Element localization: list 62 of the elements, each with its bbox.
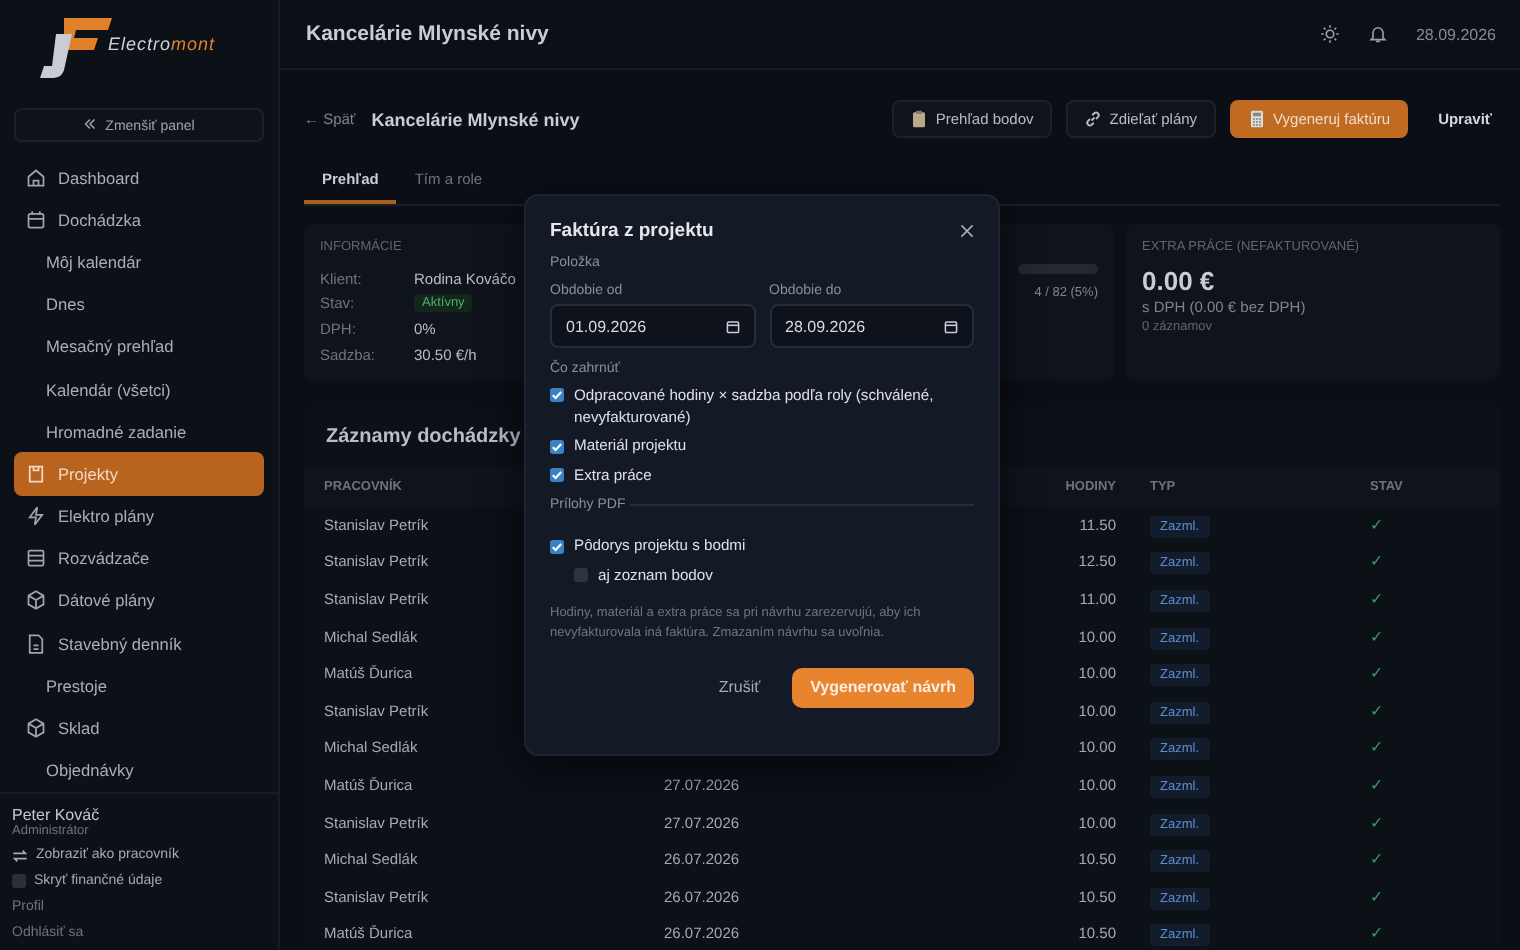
swap-icon [12, 847, 28, 864]
sidebar-item[interactable]: Dátové plány [14, 579, 264, 623]
cube-icon [26, 590, 46, 611]
calendar-icon [725, 319, 739, 333]
clipboard-icon [26, 463, 46, 484]
amount-text: 0.00 € [1142, 266, 1217, 296]
status-check: ✓ [1370, 701, 1384, 720]
date-field[interactable]: 01.09.2026 [550, 304, 755, 348]
document-icon [26, 633, 46, 654]
chevrons-left-icon [83, 117, 96, 129]
logo: Electromont [0, 0, 278, 80]
status-check: ✓ [1370, 813, 1384, 832]
calendar-icon [944, 319, 958, 333]
calculator-icon [1247, 110, 1266, 128]
sidebar-item[interactable]: Kalendár (všetci) [14, 367, 264, 411]
date-text: 28.09.2026 [1415, 25, 1496, 43]
calendar-icon [26, 209, 46, 230]
checkbox[interactable] [550, 539, 564, 553]
home-icon [26, 167, 46, 188]
bolt-icon [26, 506, 46, 527]
date-field[interactable]: 28.09.2026 [769, 304, 974, 348]
sidebar-item[interactable]: Stavebný denník [14, 622, 264, 665]
sidebar-item[interactable]: Dochádzka [14, 198, 264, 241]
checkbox[interactable] [574, 568, 588, 582]
sidebar-item[interactable]: Dnes [14, 283, 264, 326]
sidebar-item[interactable]: Dashboard [14, 156, 264, 199]
status-check: ✓ [1370, 627, 1384, 646]
sidebar-item[interactable]: Prestoje [14, 664, 264, 707]
sidebar-item[interactable]: Hromadné zadanie [14, 410, 264, 453]
sidebar-item[interactable]: Mesačný prehľad [14, 325, 264, 368]
sidebar-item[interactable]: Elektro plány [14, 495, 264, 538]
status-check: ✓ [1370, 515, 1384, 534]
sidebar-item[interactable]: Môj kalendár [14, 240, 264, 284]
sidebar-item[interactable]: Rozvádzače [14, 537, 264, 580]
checkbox[interactable] [550, 388, 564, 402]
clipboard-icon [909, 110, 928, 128]
status-check: ✓ [1370, 664, 1384, 683]
status-check: ✓ [1370, 850, 1384, 869]
status-check: ✓ [1370, 775, 1384, 794]
status-check: ✓ [1370, 552, 1384, 571]
cancel-button[interactable]: Zrušiť [706, 676, 773, 698]
checkbox[interactable] [550, 439, 564, 453]
checkbox[interactable] [12, 873, 26, 888]
close-icon[interactable] [960, 224, 974, 238]
page-title: Kancelárie Mlynské nivy [306, 22, 549, 46]
user-name: Peter Kováč [12, 805, 102, 824]
panel-icon [26, 548, 46, 569]
dialog-title: Faktúra z projektu [550, 220, 714, 242]
cube-icon [26, 718, 46, 739]
sidebar-item[interactable]: Objednávky [14, 749, 264, 792]
table-title: Záznamy dochádzky [324, 424, 523, 452]
link-icon [1083, 110, 1102, 128]
progress-track [1018, 264, 1098, 274]
status-check: ✓ [1370, 887, 1384, 906]
status-check: ✓ [1370, 924, 1384, 943]
project-title: Kancelárie Mlynské nivy [371, 109, 580, 129]
sidebar-item[interactable]: Sklad [14, 706, 264, 750]
bell-icon[interactable] [1367, 24, 1388, 44]
sun-icon[interactable] [1319, 24, 1340, 44]
checkbox[interactable] [550, 468, 564, 482]
status-check: ✓ [1370, 738, 1384, 757]
status-check: ✓ [1370, 589, 1384, 608]
